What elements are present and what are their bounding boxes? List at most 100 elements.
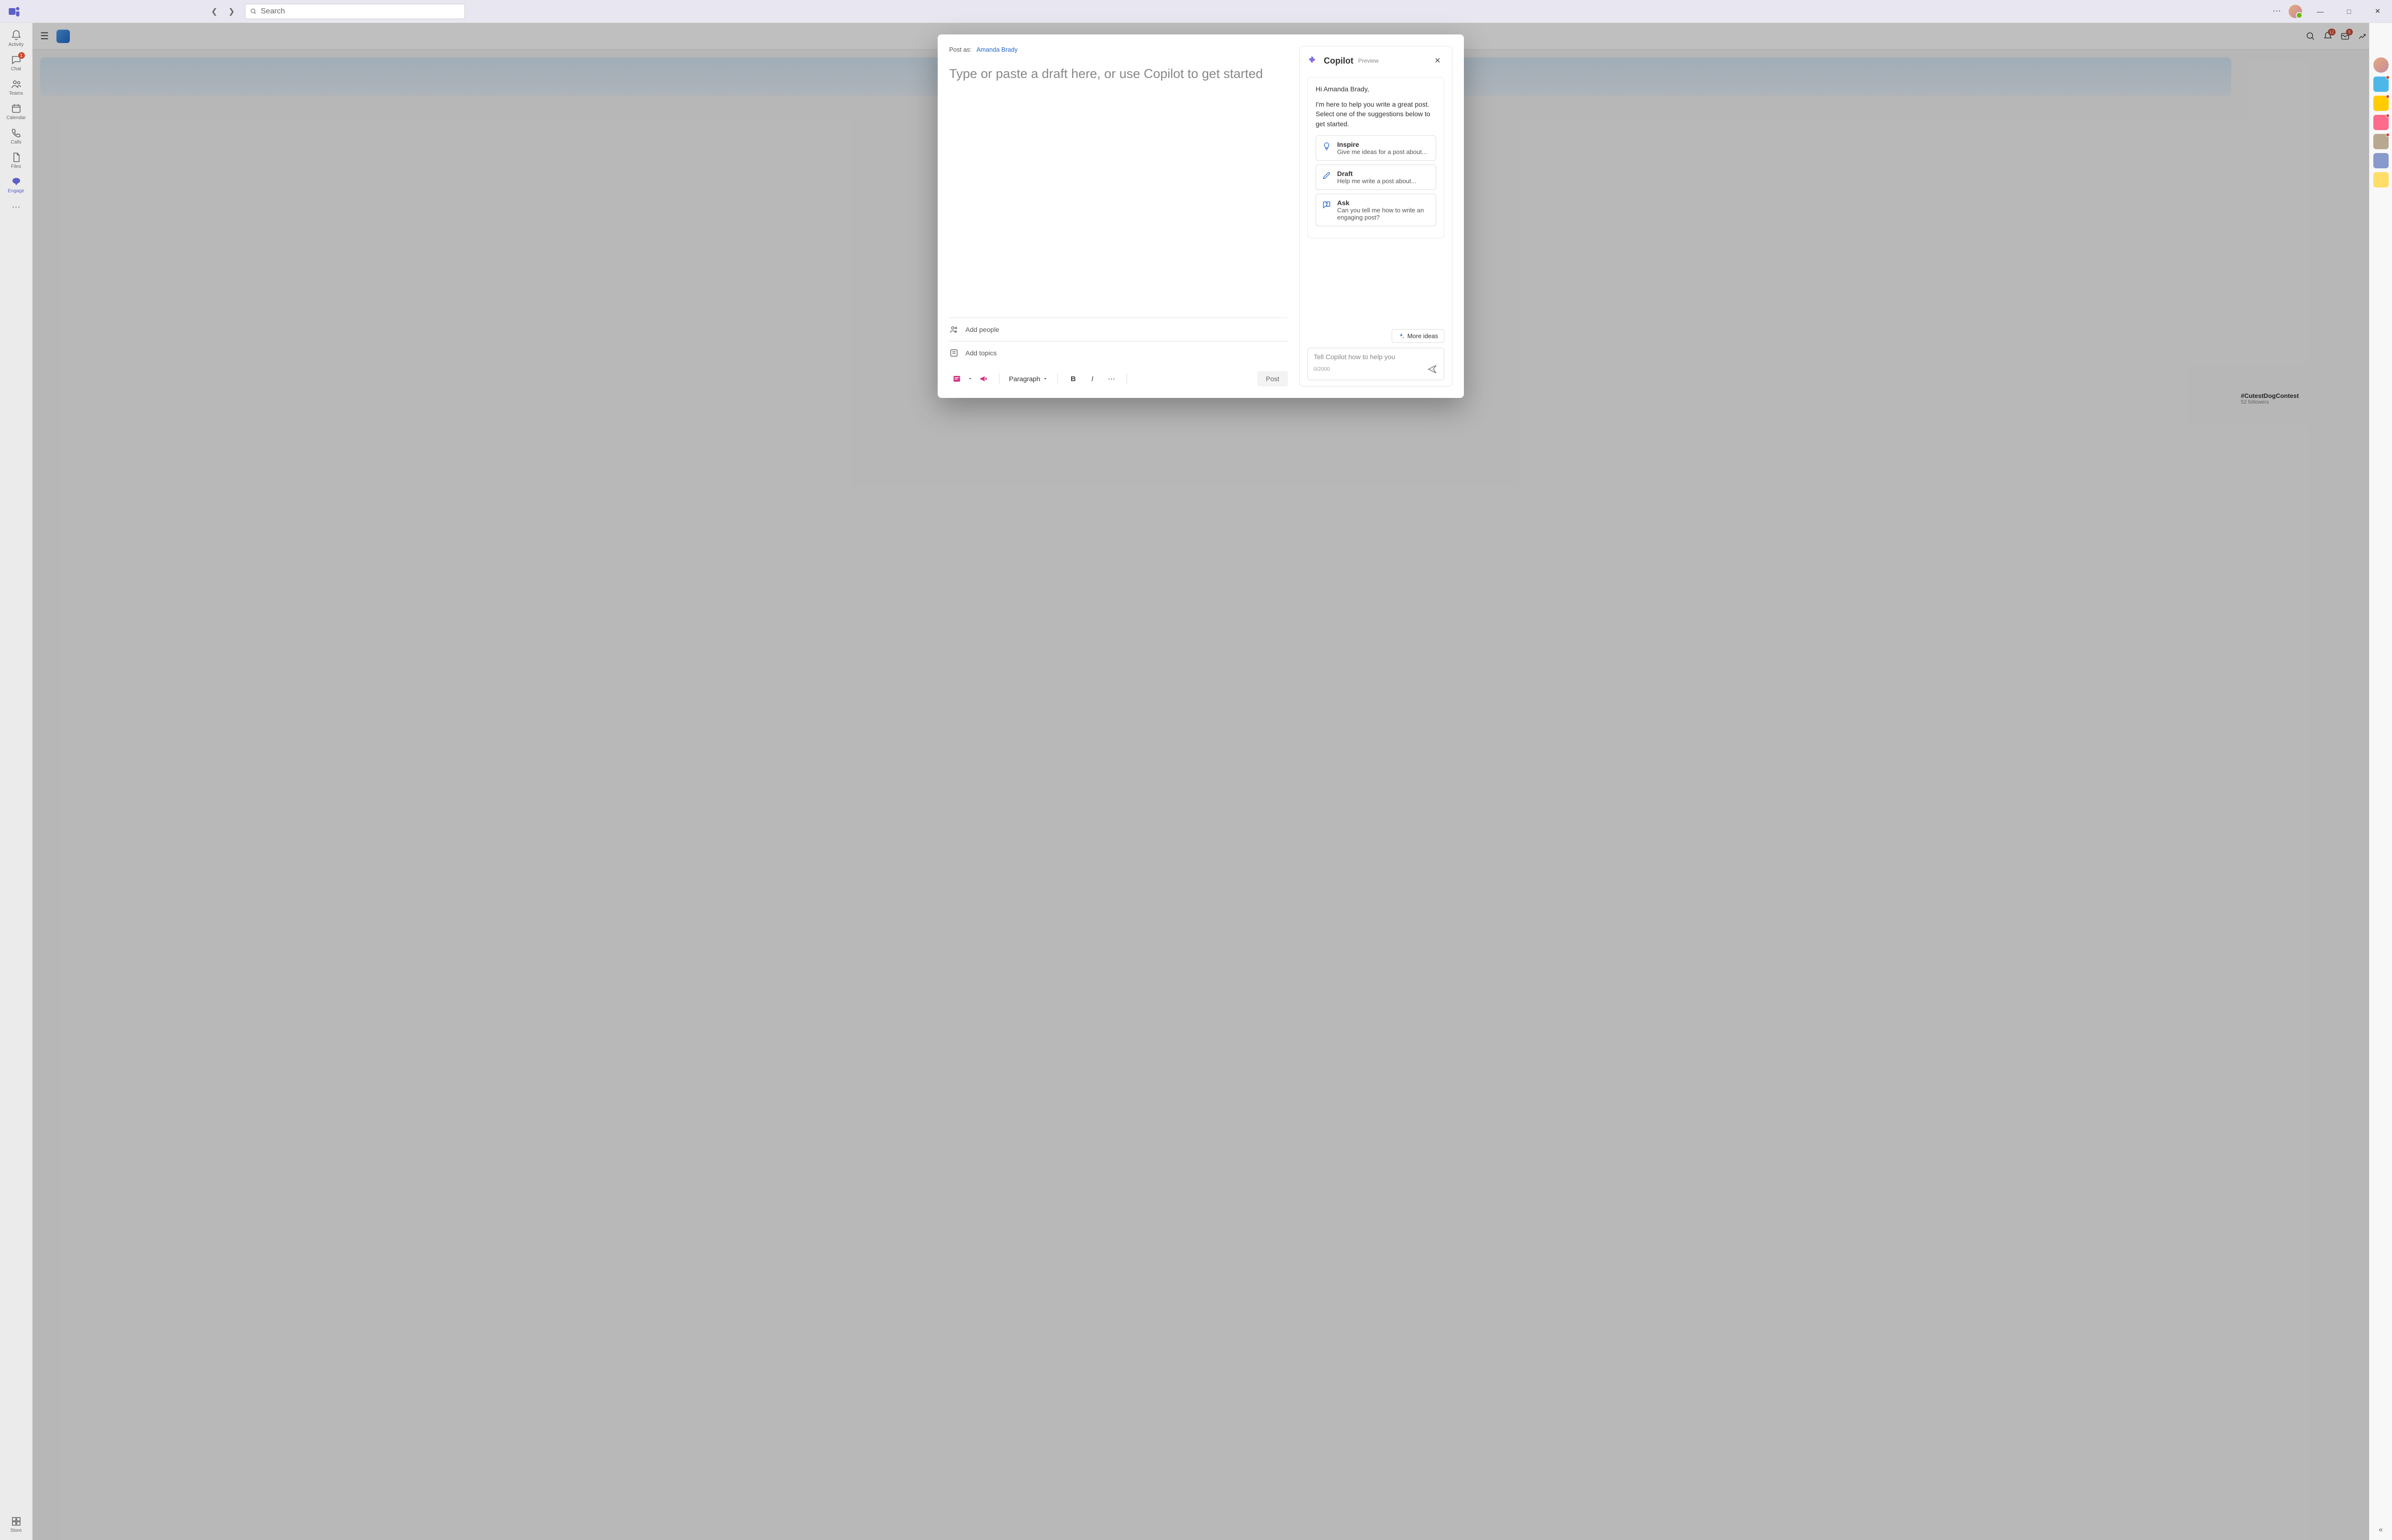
rail-item-store[interactable]: Store [3,1513,30,1536]
more-ideas-label: More ideas [1407,332,1438,340]
rail-item-calls[interactable]: Calls [3,124,30,148]
post-as-name-link[interactable]: Amanda Brady [976,46,1018,53]
rail-label: Activity [9,42,24,47]
topics-icon [949,348,959,358]
rail-label: Engage [8,188,24,194]
rail-badge: 1 [18,52,25,59]
mini-app-rail: « [2369,23,2392,1540]
copilot-close-button[interactable]: ✕ [1431,54,1444,67]
send-button[interactable] [1427,363,1438,375]
rail-item-calendar[interactable]: Calendar [3,100,30,123]
nav-back-button[interactable]: ❮ [207,4,222,19]
copilot-preview-tag: Preview [1358,57,1379,64]
teams-icon [11,78,22,90]
suggestion-subtitle: Help me write a post about... [1337,177,1416,185]
mini-rail-app-3[interactable] [2373,115,2389,130]
post-type-button[interactable] [949,371,964,386]
window-maximize-button[interactable]: □ [2338,4,2359,19]
compose-post-modal: Post as: Amanda Brady Type or paste a dr… [938,34,1464,398]
suggestion-title: Draft [1337,170,1416,177]
more-ideas-button[interactable]: More ideas [1392,329,1444,343]
file-icon [11,152,22,163]
mini-rail-app-2[interactable] [2373,96,2389,111]
compose-placeholder-text: Type or paste a draft here, or use Copil… [949,66,1263,81]
window-minimize-button[interactable]: ― [2310,4,2331,19]
post-type-dropdown-button[interactable] [966,371,974,386]
post-as-label: Post as: [949,46,972,53]
search-placeholder-text: Search [261,7,285,16]
lightbulb-icon [1322,142,1331,151]
rail-item-activity[interactable]: Activity [3,27,30,50]
rail-item-engage[interactable]: Engage [3,173,30,197]
rail-item-chat[interactable]: Chat 1 [3,51,30,75]
window-close-button[interactable]: ✕ [2367,4,2388,19]
rail-label: Chat [11,66,21,72]
add-topics-label: Add topics [965,349,997,357]
search-icon [250,8,257,15]
mini-rail-app-4[interactable] [2373,134,2389,149]
megaphone-icon [979,374,988,383]
titlebar-more-button[interactable]: ⋯ [2272,6,2281,16]
rail-item-files[interactable]: Files [3,149,30,172]
copilot-input[interactable] [1314,353,1438,361]
copilot-title: Copilot [1324,56,1353,66]
phone-icon [11,127,22,139]
suggestion-subtitle: Can you tell me how to write an engaging… [1337,207,1430,221]
post-as-row: Post as: Amanda Brady [949,46,1288,53]
bell-icon [11,30,22,41]
store-icon [11,1516,22,1527]
toolbar-divider [1057,373,1058,385]
post-button[interactable]: Post [1257,371,1288,386]
compose-toolbar: Paragraph B I ⋯ Post [949,364,1288,386]
user-avatar[interactable] [2289,5,2302,18]
mini-rail-avatar[interactable] [2373,57,2389,73]
chat-question-icon [1322,200,1331,209]
rail-item-teams[interactable]: Teams [3,76,30,99]
people-icon [949,325,959,334]
title-bar: ❮ ❯ Search ⋯ ― □ ✕ [0,0,2392,23]
copilot-suggestion-draft[interactable]: Draft Help me write a post about... [1316,165,1436,190]
rail-label: Calendar [6,115,26,121]
compose-textarea[interactable]: Type or paste a draft here, or use Copil… [949,66,1288,318]
rail-label: Teams [9,91,23,96]
copilot-greeting: Hi Amanda Brady, [1316,85,1436,93]
sparkle-icon [1398,333,1405,340]
compose-column: Post as: Amanda Brady Type or paste a dr… [949,46,1288,386]
suggestion-subtitle: Give me ideas for a post about... [1337,148,1427,155]
add-people-label: Add people [965,326,999,333]
teams-logo-icon [8,5,21,18]
mini-rail-app-6[interactable] [2373,172,2389,187]
copilot-suggestion-ask[interactable]: Ask Can you tell me how to write an enga… [1316,194,1436,226]
bold-button[interactable]: B [1065,371,1081,386]
modal-overlay: Post as: Amanda Brady Type or paste a dr… [33,23,2369,1540]
copilot-suggestion-inspire[interactable]: Inspire Give me ideas for a post about..… [1316,135,1436,161]
copilot-intro-text: I'm here to help you write a great post.… [1316,99,1436,129]
pencil-icon [1322,171,1331,180]
add-topics-row[interactable]: Add topics [949,341,1288,364]
suggestion-title: Inspire [1337,141,1427,148]
copilot-char-count: 0/2000 [1314,366,1330,372]
add-people-row[interactable]: Add people [949,318,1288,341]
copilot-header: Copilot Preview ✕ [1300,52,1452,73]
announcement-button[interactable] [976,371,991,386]
calendar-icon [11,103,22,114]
post-type-icon [952,374,961,383]
suggestion-title: Ask [1337,199,1430,207]
rail-label: Files [11,164,21,169]
rail-more-button[interactable]: ⋯ [3,198,30,217]
italic-button[interactable]: I [1085,371,1100,386]
app-rail: Activity Chat 1 Teams Calendar Calls Fil… [0,23,33,1540]
nav-forward-button[interactable]: ❯ [224,4,239,19]
rail-label: Store [11,1528,22,1533]
mini-rail-app-1[interactable] [2373,77,2389,92]
rail-label: Calls [11,140,21,145]
mini-rail-collapse-button[interactable]: « [2379,1526,2383,1534]
toolbar-more-button[interactable]: ⋯ [1104,371,1119,386]
search-input[interactable]: Search [245,4,465,19]
copilot-panel: Copilot Preview ✕ Hi Amanda Brady, I'm h… [1299,46,1452,386]
paragraph-style-select[interactable]: Paragraph [1007,372,1050,385]
style-select-label: Paragraph [1009,375,1040,383]
engage-icon [11,176,22,187]
mini-rail-app-5[interactable] [2373,153,2389,168]
copilot-logo-icon [1307,55,1319,66]
